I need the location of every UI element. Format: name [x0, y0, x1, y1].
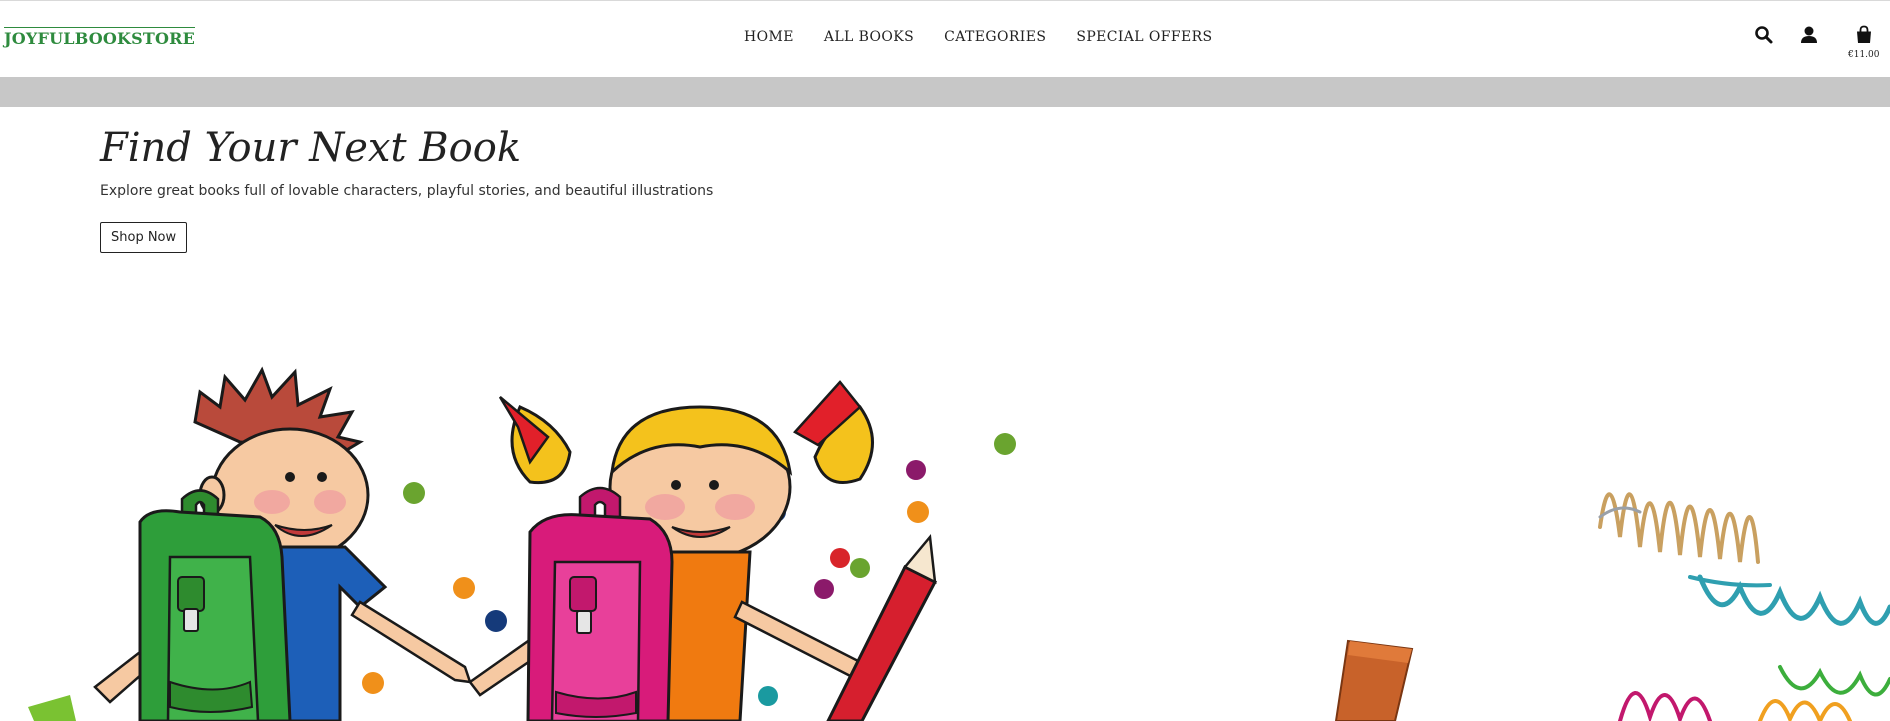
- cart-total[interactable]: €11.00: [1848, 50, 1880, 60]
- shopping-bag-icon[interactable]: [1854, 25, 1874, 49]
- hero-subtitle: Explore great books full of lovable char…: [100, 183, 714, 199]
- shop-now-button[interactable]: Shop Now: [100, 222, 188, 253]
- nav-all-books[interactable]: ALL BOOKS: [824, 29, 914, 45]
- crayon-scribbles: [1598, 492, 1890, 721]
- girl-figure: [468, 380, 938, 721]
- nav-home[interactable]: HOME: [744, 29, 794, 45]
- site-header: JOYFULBOOKSTORE HOME ALL BOOKS CATEGORIE…: [0, 1, 1890, 77]
- account-icon[interactable]: [1799, 25, 1819, 49]
- main-navigation: HOME ALL BOOKS CATEGORIES SPECIAL OFFERS: [744, 29, 1213, 45]
- header-icons: €11.00: [1752, 25, 1882, 65]
- search-icon[interactable]: [1754, 25, 1774, 49]
- nav-special-offers[interactable]: SPECIAL OFFERS: [1076, 29, 1212, 45]
- hero-banner: Find Your Next Book Explore great books …: [0, 107, 1890, 721]
- boy-figure: [93, 366, 472, 721]
- announcement-strip: [0, 77, 1890, 107]
- hero-title: Find Your Next Book: [100, 125, 522, 171]
- book-graphic: [1334, 639, 1414, 721]
- nav-categories[interactable]: CATEGORIES: [944, 29, 1046, 45]
- hero-illustration: [28, 366, 1890, 721]
- site-logo[interactable]: JOYFULBOOKSTORE: [4, 27, 195, 48]
